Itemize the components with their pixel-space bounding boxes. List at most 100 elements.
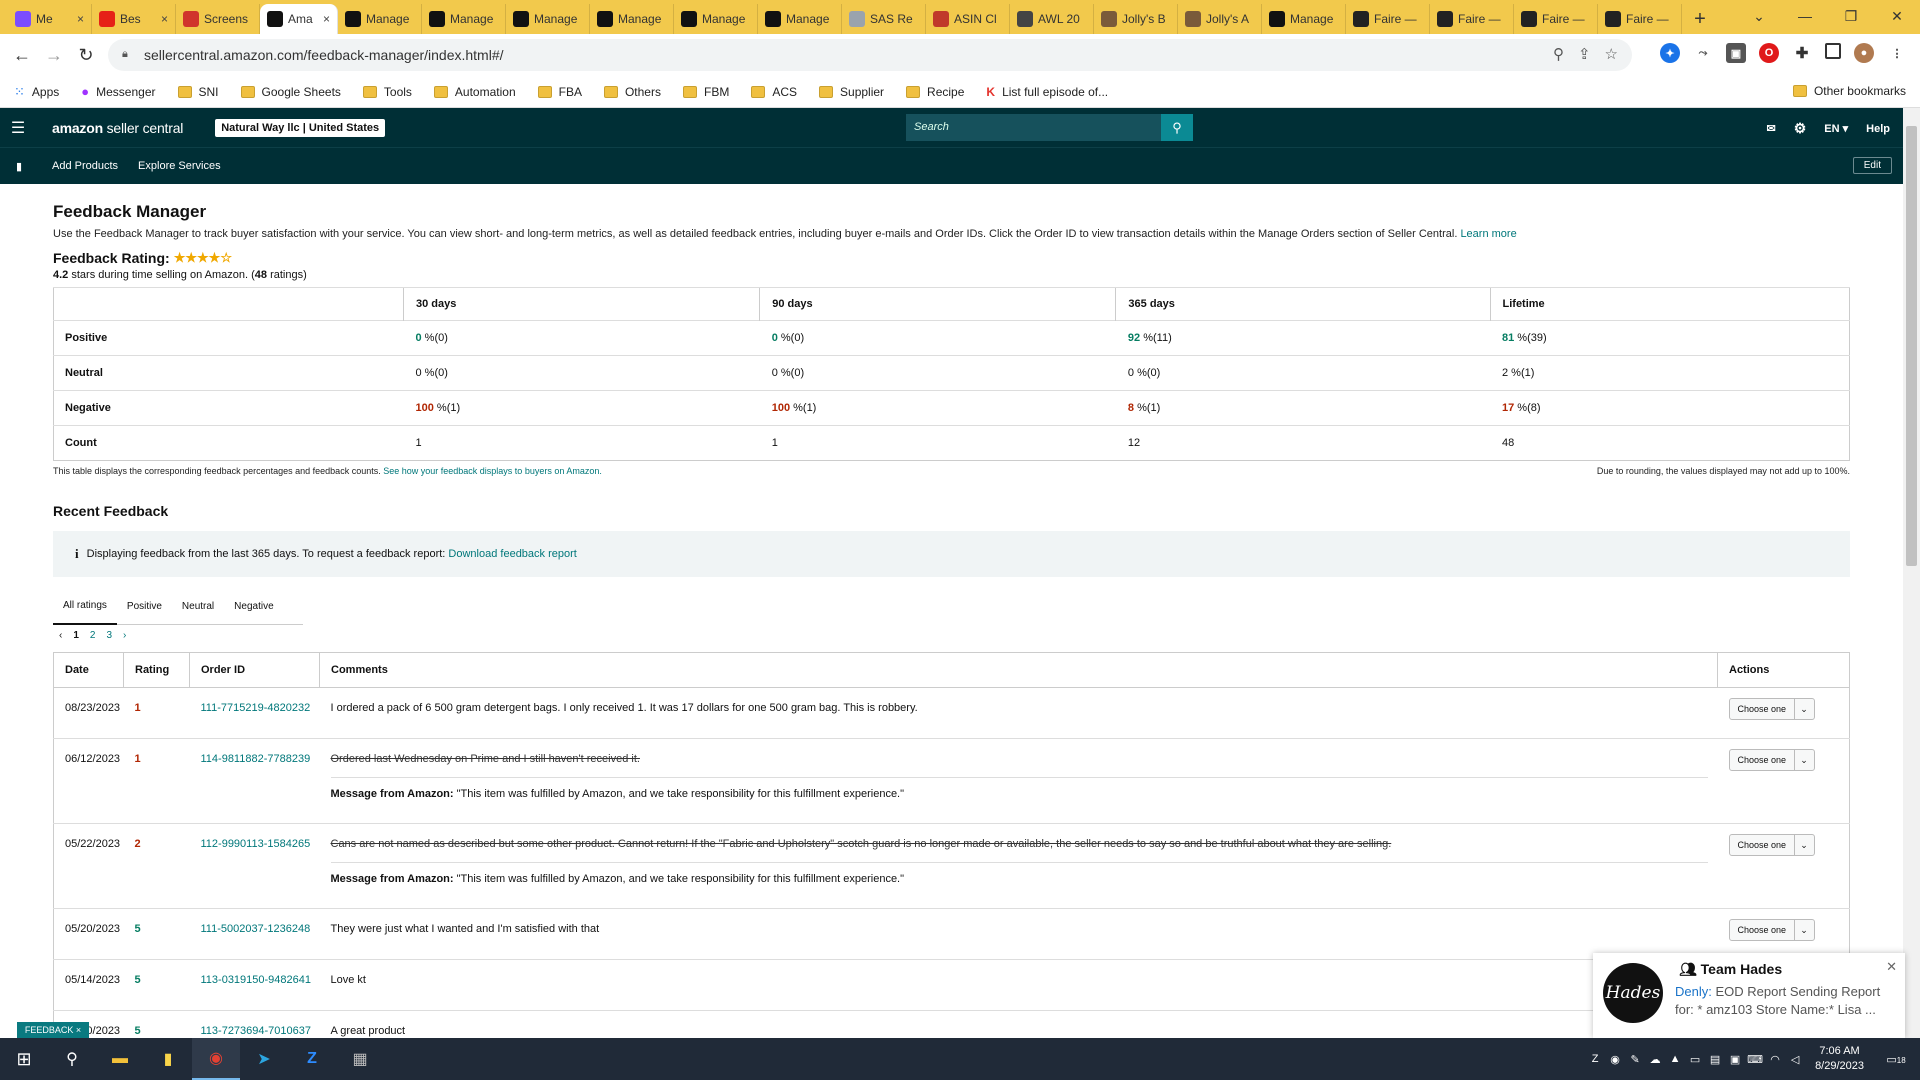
hamburger-menu-icon[interactable]: ☰ — [0, 118, 36, 138]
close-icon[interactable]: ✕ — [1886, 959, 1897, 975]
order-id-link[interactable]: 111-7715219-4820232 — [189, 687, 320, 739]
bookmark-item[interactable]: ⁙ Apps — [14, 84, 59, 100]
restore-button[interactable]: ❐ — [1828, 0, 1874, 32]
opera-icon[interactable]: O — [1759, 43, 1779, 63]
onedrive-icon[interactable]: ☁ — [1645, 1053, 1665, 1066]
order-id-link[interactable]: 111-5002037-1236248 — [189, 908, 320, 960]
browser-tab[interactable]: Faire — — [1514, 4, 1598, 34]
account-switcher[interactable]: Natural Way llc | United States — [215, 118, 386, 137]
browser-tab[interactable]: Jolly's B — [1094, 4, 1178, 34]
search-icon[interactable]: ⚲ — [48, 1038, 96, 1080]
choose-action-dropdown[interactable]: Choose one ⌄ — [1728, 749, 1815, 771]
bookmark-item[interactable]: Automation — [433, 85, 516, 99]
filter-tab-negative[interactable]: Negative — [224, 589, 283, 625]
language-selector[interactable]: EN ▾ — [1824, 122, 1848, 135]
edit-button[interactable]: Edit — [1852, 157, 1892, 174]
page-number[interactable]: 1 — [73, 630, 79, 641]
notification-center-icon[interactable]: ▭18 — [1882, 1053, 1910, 1066]
page-scrollbar[interactable] — [1903, 108, 1920, 1038]
reload-icon[interactable]: ↻ — [70, 39, 102, 71]
order-id-link[interactable]: 113-7273694-7010637 — [189, 1010, 320, 1038]
order-id-link[interactable]: 114-9811882-7788239 — [189, 738, 320, 824]
browser-tab[interactable]: Bes × — [92, 4, 176, 34]
keyboard-icon[interactable]: ⌨ — [1745, 1053, 1765, 1066]
close-window-button[interactable]: ✕ — [1874, 0, 1920, 32]
new-tab-button[interactable]: + — [1682, 4, 1718, 34]
filter-tab-neutral[interactable]: Neutral — [172, 589, 224, 625]
browser-tab[interactable]: Faire — — [1430, 4, 1514, 34]
browser-tab[interactable]: Faire — — [1346, 4, 1430, 34]
browser-tab[interactable]: SAS Re — [842, 4, 926, 34]
page-number[interactable]: 3 — [106, 630, 112, 641]
search-input[interactable]: Search — [906, 114, 1161, 141]
sidepanel-icon[interactable] — [1825, 43, 1841, 59]
menu-dots-icon[interactable]: ⋮ — [1887, 43, 1907, 63]
prev-page-icon[interactable]: ‹ — [59, 630, 62, 641]
bookmark-item[interactable]: SNI — [177, 85, 219, 99]
gear-icon[interactable]: ⚙ — [1794, 120, 1807, 137]
extension-1-icon[interactable]: ✦ — [1660, 43, 1680, 63]
browser-tab[interactable]: Manage — [590, 4, 674, 34]
choose-action-dropdown[interactable]: Choose one ⌄ — [1728, 698, 1815, 720]
printer-icon[interactable]: ▤ — [1705, 1053, 1725, 1066]
mail-icon[interactable]: ✉ — [1767, 122, 1776, 135]
feedback-display-link[interactable]: See how your feedback displays to buyers… — [383, 466, 602, 476]
share-icon[interactable]: ⇪ — [1578, 45, 1591, 63]
minimize-button[interactable]: — — [1782, 0, 1828, 32]
zoom-tray-icon[interactable]: Z — [1585, 1053, 1605, 1065]
chrome-icon[interactable]: ◉ — [192, 1038, 240, 1080]
tab-close-icon[interactable]: × — [77, 12, 84, 26]
forward-arrow-icon[interactable]: → — [38, 39, 70, 71]
tab-search-icon[interactable]: ⌄ — [1736, 0, 1782, 32]
seller-central-logo[interactable]: amazon seller central — [52, 120, 183, 136]
other-bookmarks[interactable]: Other bookmarks — [1792, 84, 1906, 98]
wifi-icon[interactable]: ◠ — [1765, 1053, 1785, 1066]
choose-action-dropdown[interactable]: Choose one ⌄ — [1728, 919, 1815, 941]
scrollbar-thumb[interactable] — [1906, 126, 1917, 566]
bookmark-item[interactable]: FBA — [537, 85, 582, 99]
bookmark-item[interactable]: Google Sheets — [240, 85, 341, 99]
order-id-link[interactable]: 113-0319150-9482641 — [189, 959, 320, 1011]
browser-tab[interactable]: Manage — [506, 4, 590, 34]
windows-start-icon[interactable]: ⊞ — [0, 1038, 48, 1080]
url-bar[interactable]: 🔒︎ sellercentral.amazon.com/feedback-man… — [108, 39, 1632, 71]
explore-services-link[interactable]: Explore Services — [138, 160, 221, 172]
page-number[interactable]: 2 — [90, 630, 96, 641]
browser-tab[interactable]: Me × — [8, 4, 92, 34]
extension-2-icon[interactable]: ⤳ — [1693, 43, 1713, 63]
chrome-tray-icon[interactable]: ◉ — [1605, 1053, 1625, 1066]
bookmark-item[interactable]: Supplier — [819, 85, 884, 99]
browser-tab[interactable]: Manage — [1262, 4, 1346, 34]
next-page-icon[interactable]: › — [123, 630, 126, 641]
filter-tab-positive[interactable]: Positive — [117, 589, 172, 625]
tab-close-icon[interactable]: × — [161, 12, 168, 26]
browser-tab[interactable]: Manage — [338, 4, 422, 34]
bookmark-icon[interactable]: ▮ — [0, 160, 38, 173]
bookmark-item[interactable]: ● Messenger — [81, 84, 155, 99]
order-id-link[interactable]: 112-9990113-1584265 — [189, 823, 320, 909]
bookmark-item[interactable]: Tools — [362, 85, 412, 99]
browser-tab[interactable]: Manage — [674, 4, 758, 34]
pen-tray-icon[interactable]: ✎ — [1625, 1053, 1645, 1066]
choose-action-dropdown[interactable]: Choose one ⌄ — [1728, 834, 1815, 856]
bookmark-item[interactable]: Others — [603, 85, 661, 99]
zoom-app-icon[interactable]: Z — [288, 1038, 336, 1080]
add-products-link[interactable]: Add Products — [52, 160, 118, 172]
feedback-tab-button[interactable]: FEEDBACK × — [17, 1022, 89, 1038]
browser-tab[interactable]: Ama × — [260, 4, 338, 34]
tab-close-icon[interactable]: × — [323, 12, 330, 26]
network-adapter-icon[interactable]: ▣ — [1725, 1053, 1745, 1066]
back-arrow-icon[interactable]: ← — [6, 39, 38, 71]
browser-tab[interactable]: Manage — [422, 4, 506, 34]
nvidia-icon[interactable]: ▲ — [1665, 1053, 1685, 1065]
calculator-icon[interactable]: ▦ — [336, 1038, 384, 1080]
display-icon[interactable]: ▭ — [1685, 1053, 1705, 1066]
chat-notification[interactable]: Hades 👥︎ Team Hades Denly: EOD Report Se… — [1593, 953, 1905, 1038]
file-explorer-icon[interactable]: ▬ — [96, 1038, 144, 1080]
zoom-icon[interactable]: ⚲ — [1553, 45, 1564, 63]
search-icon[interactable]: ⚲ — [1161, 114, 1193, 141]
profile-avatar[interactable]: ● — [1854, 43, 1874, 63]
volume-icon[interactable]: ◁ — [1785, 1053, 1805, 1066]
browser-tab[interactable]: Manage — [758, 4, 842, 34]
filter-tab-all-ratings[interactable]: All ratings — [53, 589, 117, 625]
